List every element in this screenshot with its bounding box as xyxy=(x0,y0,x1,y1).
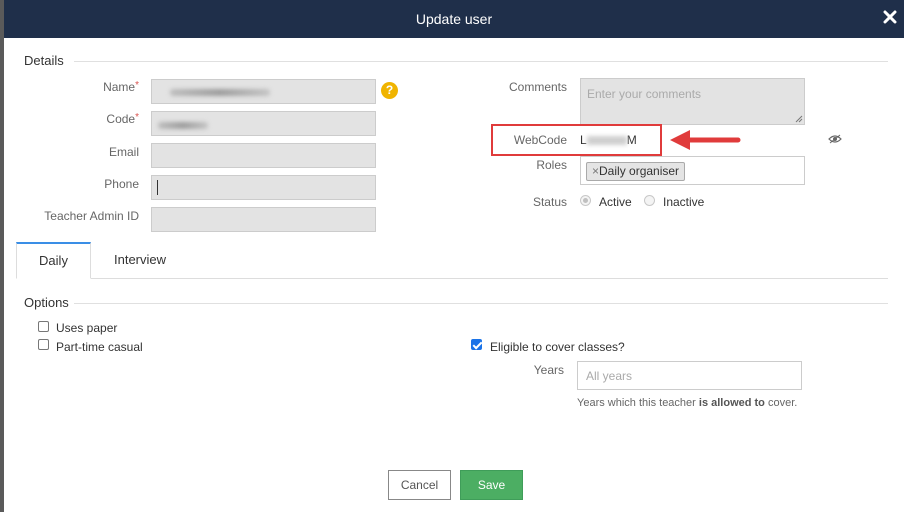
name-input[interactable] xyxy=(151,79,376,104)
role-tag-daily-organiser[interactable]: ×Daily organiser xyxy=(586,162,686,181)
part-time-casual-label: Part-time casual xyxy=(56,340,143,354)
comments-placeholder: Enter your comments xyxy=(587,87,702,101)
years-select[interactable]: All years xyxy=(577,361,802,390)
email-input[interactable] xyxy=(151,143,376,168)
help-icon[interactable]: ? xyxy=(381,82,398,99)
webcode-label: WebCode xyxy=(513,133,567,147)
code-label: Code* xyxy=(106,112,139,126)
eligible-cover-checkbox[interactable] xyxy=(471,339,482,350)
required-mark: * xyxy=(135,80,139,91)
teacher-admin-id-input[interactable] xyxy=(151,207,376,232)
phone-input[interactable] xyxy=(151,175,376,200)
comments-textarea[interactable]: Enter your comments xyxy=(580,78,805,125)
code-input[interactable] xyxy=(151,111,376,136)
remove-tag-icon[interactable]: × xyxy=(592,164,599,178)
options-legend: Options xyxy=(24,295,69,310)
cancel-button[interactable]: Cancel xyxy=(388,470,451,500)
email-label: Email xyxy=(108,145,139,159)
show-password-eye-icon[interactable] xyxy=(828,134,842,144)
tab-interview[interactable]: Interview xyxy=(98,242,182,278)
phone-label: Phone xyxy=(104,177,139,191)
roles-label: Roles xyxy=(536,158,567,172)
status-inactive-label: Inactive xyxy=(663,195,705,209)
tab-daily[interactable]: Daily xyxy=(16,242,91,279)
text-cursor xyxy=(157,180,158,195)
teacher-admin-id-label: Teacher Admin ID xyxy=(44,209,139,223)
status-active-radio[interactable] xyxy=(580,195,591,206)
years-placeholder: All years xyxy=(586,369,633,383)
redacted-webcode xyxy=(586,136,627,146)
uses-paper-checkbox[interactable] xyxy=(38,321,49,332)
arrow-annotation-icon xyxy=(670,130,741,150)
options-divider xyxy=(74,303,888,304)
details-divider xyxy=(74,61,888,62)
details-legend: Details xyxy=(24,53,64,68)
modal-header: Update user xyxy=(4,0,904,38)
roles-select[interactable]: ×Daily organiser xyxy=(580,156,805,185)
part-time-casual-checkbox[interactable] xyxy=(38,339,49,350)
save-button[interactable]: Save xyxy=(460,470,523,500)
resize-handle-icon[interactable] xyxy=(795,115,803,123)
status-active-label: Active xyxy=(599,195,632,209)
modal-title: Update user xyxy=(415,11,493,27)
years-label: Years xyxy=(533,363,564,377)
status-inactive-radio[interactable] xyxy=(644,195,655,206)
update-user-modal: Update user Details Name* ? Code* Email … xyxy=(4,0,904,512)
status-label: Status xyxy=(532,195,567,209)
uses-paper-label: Uses paper xyxy=(56,321,118,335)
eligible-cover-label: Eligible to cover classes? xyxy=(490,340,625,354)
comments-label: Comments xyxy=(508,80,567,94)
redacted-code xyxy=(158,122,208,129)
redacted-name xyxy=(170,89,270,96)
close-icon[interactable] xyxy=(883,10,897,24)
webcode-value: LM xyxy=(580,133,637,147)
years-hint: Years which this teacher is allowed to c… xyxy=(577,397,798,409)
tabs-divider xyxy=(16,278,888,279)
name-label: Name* xyxy=(103,80,139,94)
